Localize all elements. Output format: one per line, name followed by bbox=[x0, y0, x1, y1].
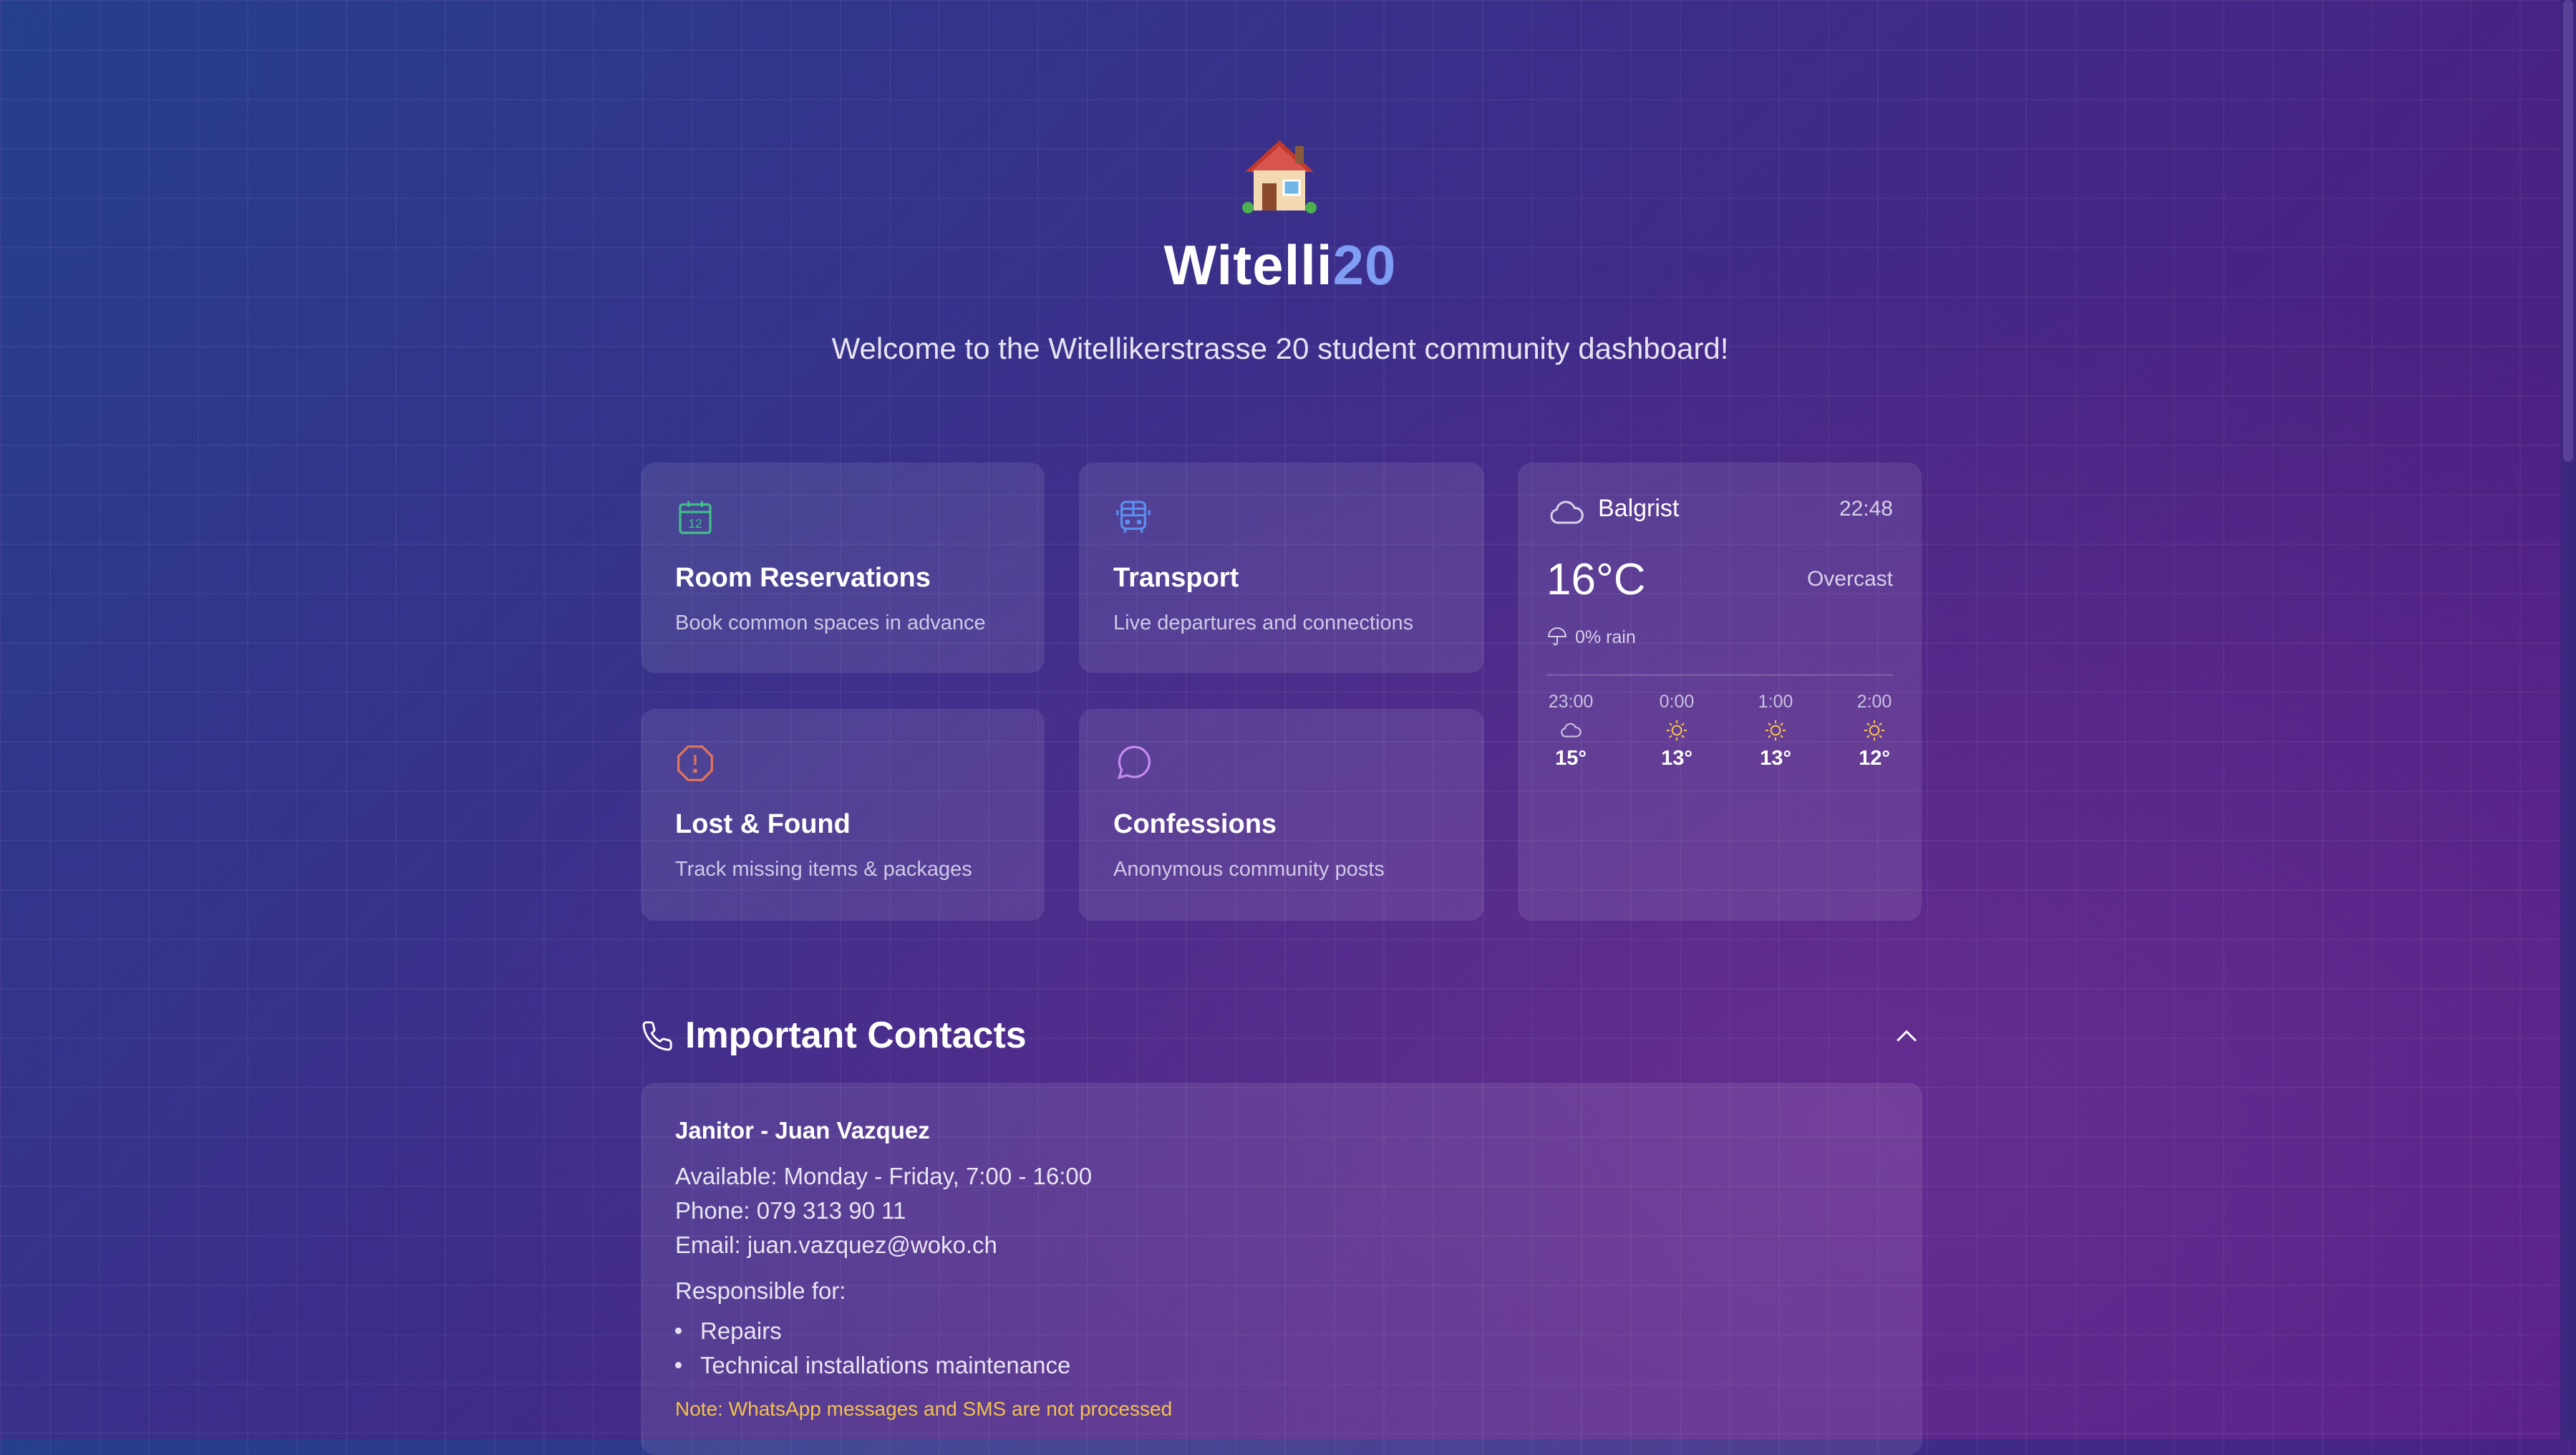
contacts-section-title: Important Contacts bbox=[685, 1015, 1027, 1056]
weather-time: 22:48 bbox=[1839, 497, 1893, 521]
cloud-icon bbox=[1550, 501, 1584, 524]
cloud-icon bbox=[1561, 722, 1582, 738]
svg-text:12: 12 bbox=[688, 516, 702, 531]
room-reservations-card[interactable]: 12 Room Reservations Book common spaces … bbox=[641, 463, 1045, 673]
weather-condition: Overcast bbox=[1806, 567, 1893, 591]
weather-location: Balgrist bbox=[1598, 495, 1680, 522]
list-item-text: Technical installations maintenance bbox=[700, 1352, 1071, 1378]
app-title-accent: 20 bbox=[1332, 233, 1397, 296]
contact-name: Janitor - Juan Vazquez bbox=[675, 1117, 930, 1144]
forecast-hour-label: 2:00 bbox=[1856, 692, 1892, 712]
chevron-up-icon[interactable] bbox=[1891, 1021, 1922, 1053]
bus-icon bbox=[1116, 501, 1151, 533]
scrollbar[interactable] bbox=[2560, 0, 2576, 1439]
forecast-hour: 2:00 12° bbox=[1839, 692, 1910, 770]
list-item-text: Repairs bbox=[700, 1318, 782, 1344]
weather-temperature: 16°C bbox=[1546, 555, 1646, 604]
contact-email[interactable]: Email: juan.vazquez@woko.ch bbox=[675, 1232, 997, 1259]
contact-phone[interactable]: Phone: 079 313 90 11 bbox=[675, 1197, 906, 1224]
card-title: Transport bbox=[1113, 563, 1239, 593]
weather-rain: 0% rain bbox=[1575, 627, 1636, 647]
bullet-dot bbox=[675, 1327, 682, 1334]
phone-icon bbox=[642, 1021, 672, 1051]
forecast-hour-label: 23:00 bbox=[1548, 692, 1594, 712]
alert-octagon-icon bbox=[677, 745, 713, 781]
calendar-icon: 12 bbox=[679, 501, 712, 534]
transport-card[interactable]: Transport Live departures and connection… bbox=[1079, 463, 1484, 673]
lost-found-card[interactable]: Lost & Found Track missing items & packa… bbox=[641, 709, 1045, 921]
forecast-hour-label: 1:00 bbox=[1758, 692, 1793, 712]
forecast-hour: 23:00 15° bbox=[1535, 692, 1607, 770]
contact-card: Janitor - Juan Vazquez Available: Monday… bbox=[641, 1083, 1922, 1455]
forecast-hour-temp: 13° bbox=[1760, 747, 1791, 770]
divider bbox=[1546, 674, 1893, 676]
umbrella-icon bbox=[1548, 627, 1567, 646]
house-icon bbox=[1242, 140, 1317, 213]
weather-widget[interactable]: Balgrist 22:48 16°C Overcast 0% rain 23:… bbox=[1518, 463, 1922, 921]
list-item: Repairs bbox=[675, 1318, 782, 1345]
card-description: Book common spaces in advance bbox=[675, 612, 986, 634]
card-description: Anonymous community posts bbox=[1113, 858, 1385, 881]
welcome-subtitle: Welcome to the Witellikerstrasse 20 stud… bbox=[831, 332, 1729, 365]
sun-icon bbox=[1666, 720, 1688, 741]
forecast-hour-temp: 12° bbox=[1859, 747, 1890, 770]
message-bubble-icon bbox=[1117, 745, 1151, 780]
scrollbar-thumb[interactable] bbox=[2563, 0, 2573, 462]
card-description: Live departures and connections bbox=[1113, 612, 1414, 634]
app-title: Witelli20 bbox=[1163, 233, 1397, 296]
card-title: Room Reservations bbox=[675, 563, 931, 593]
contacts-section-header[interactable]: Important Contacts bbox=[641, 1008, 1922, 1065]
forecast-hour: 1:00 13° bbox=[1740, 692, 1811, 770]
card-description: Track missing items & packages bbox=[675, 858, 972, 881]
confessions-card[interactable]: Confessions Anonymous community posts bbox=[1079, 709, 1484, 921]
forecast-hour: 0:00 13° bbox=[1641, 692, 1713, 770]
bullet-dot bbox=[675, 1361, 682, 1368]
forecast-hour-temp: 13° bbox=[1661, 747, 1693, 770]
contact-availability: Available: Monday - Friday, 7:00 - 16:00 bbox=[675, 1163, 1093, 1189]
sun-icon bbox=[1765, 720, 1786, 741]
sun-icon bbox=[1864, 720, 1885, 741]
card-title: Lost & Found bbox=[675, 809, 851, 839]
contact-note: Note: WhatsApp messages and SMS are not … bbox=[675, 1398, 1173, 1420]
list-item: Technical installations maintenance bbox=[675, 1352, 1070, 1379]
card-title: Confessions bbox=[1113, 809, 1277, 839]
forecast-hour-label: 0:00 bbox=[1659, 692, 1695, 712]
forecast-hour-temp: 15° bbox=[1555, 747, 1587, 770]
responsible-label: Responsible for: bbox=[675, 1277, 846, 1304]
